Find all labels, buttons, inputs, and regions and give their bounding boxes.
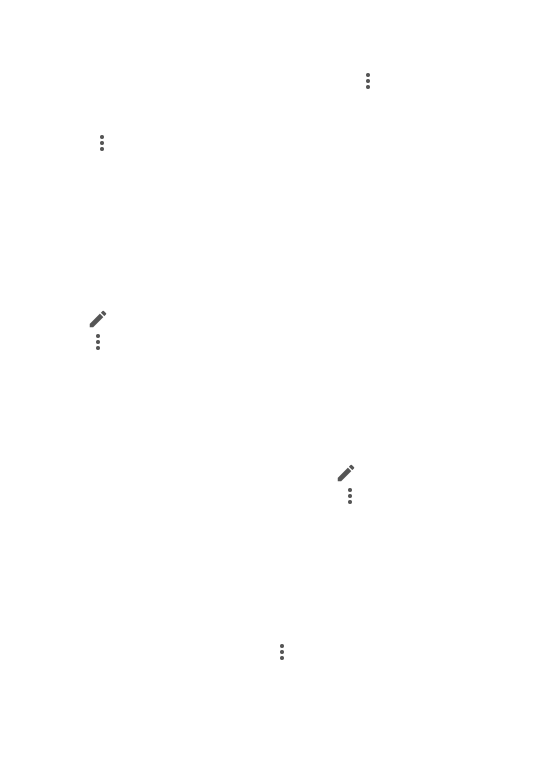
more-vert-icon: [348, 488, 352, 504]
more-vert-icon: [280, 644, 284, 660]
more-vert-icon: [366, 73, 370, 89]
edit-button[interactable]: [335, 462, 357, 484]
more-options-button[interactable]: [362, 71, 374, 91]
more-options-button[interactable]: [276, 642, 288, 662]
edit-pencil-icon: [337, 464, 355, 482]
more-options-button[interactable]: [92, 332, 104, 352]
more-vert-icon: [96, 334, 100, 350]
more-options-button[interactable]: [96, 133, 108, 153]
more-vert-icon: [100, 135, 104, 151]
more-options-button[interactable]: [344, 486, 356, 506]
edit-pencil-icon: [89, 310, 107, 328]
edit-button[interactable]: [87, 308, 109, 330]
